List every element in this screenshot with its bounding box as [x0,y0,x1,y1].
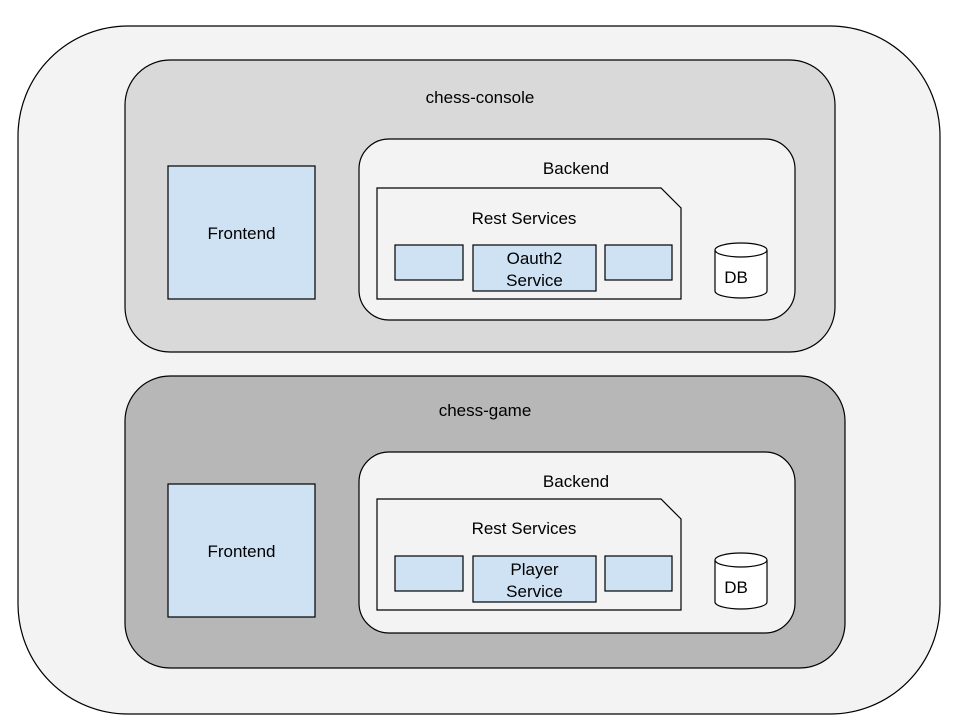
oauth2-service-label-line1: Oauth2 [507,249,563,268]
architecture-diagram: chess-console Frontend Backend Rest Serv… [17,25,941,715]
player-service-label-line1: Player [510,560,559,579]
chess-game-group: chess-game Frontend Backend Rest Service… [124,375,846,669]
service-box-left [394,244,464,281]
chess-console-group: chess-console Frontend Backend Rest Serv… [124,59,836,353]
rest-services-label: Rest Services [472,209,577,228]
db-label: DB [724,268,748,287]
backend-label: Backend [543,472,609,491]
chess-console-title: chess-console [426,88,535,107]
backend-label: Backend [543,159,609,178]
frontend-label: Frontend [207,224,275,243]
rest-services-label: Rest Services [472,519,577,538]
service-box-right [604,555,673,592]
db-label: DB [724,578,748,597]
frontend-label: Frontend [207,542,275,561]
chess-game-title: chess-game [439,401,532,420]
oauth2-service-label-line2: Service [506,271,563,290]
service-box-right [604,244,673,281]
player-service-label-line2: Service [506,582,563,601]
service-box-left [394,555,464,592]
